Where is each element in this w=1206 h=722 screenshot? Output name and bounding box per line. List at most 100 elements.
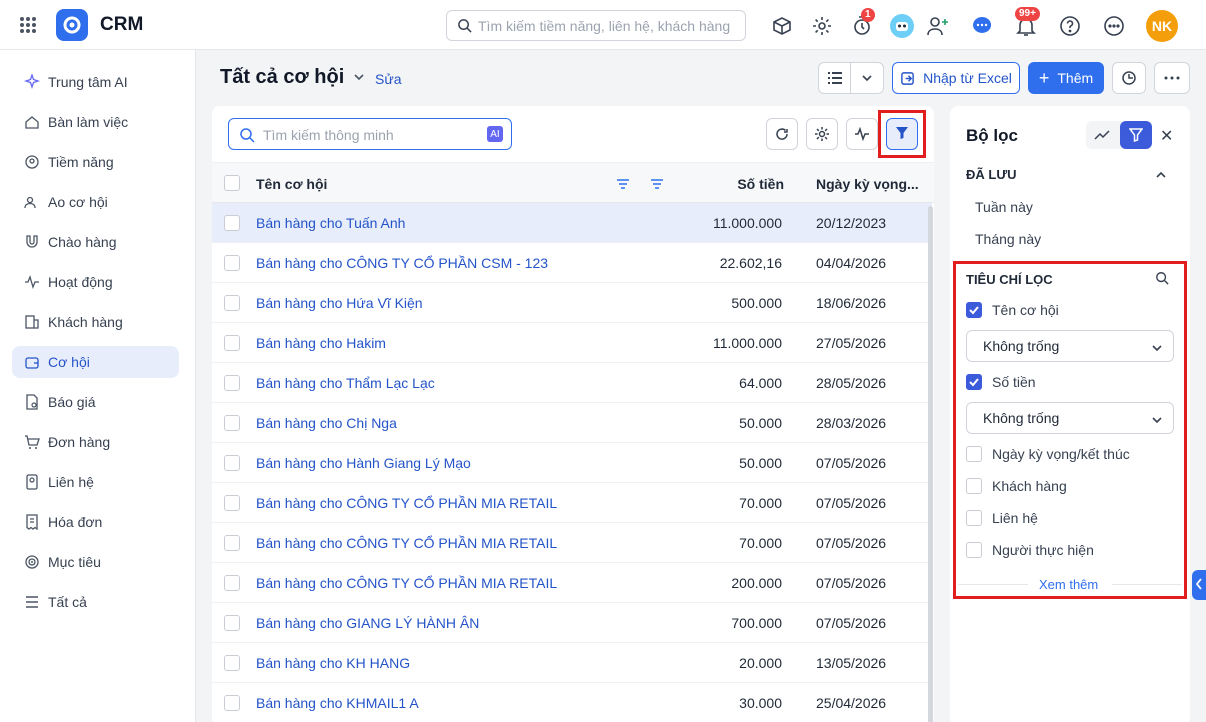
criterion-checkbox[interactable] (966, 302, 982, 318)
global-search-input[interactable]: Tìm kiếm tiềm năng, liên hệ, khách hàng (478, 18, 730, 34)
saved-filter-item[interactable]: Tuần này (975, 199, 1033, 215)
collapse-panel-tab[interactable] (1192, 570, 1206, 600)
package-search-icon[interactable] (766, 10, 798, 42)
more-options-icon[interactable] (1154, 62, 1190, 94)
table-row[interactable]: Bán hàng cho Hành Giang Lý Mạo 50.000 07/0… (212, 443, 932, 483)
help-icon[interactable] (1054, 10, 1086, 42)
opportunity-name-link[interactable]: Bán hàng cho CÔNG TY CỔ PHẦN CSM - 123 (256, 255, 548, 271)
view-mode-button[interactable] (818, 62, 884, 94)
opportunity-name-link[interactable]: Bán hàng cho Hakim (256, 335, 386, 351)
criterion-checkbox[interactable] (966, 478, 982, 494)
table-row[interactable]: Bán hàng cho Hứa Vĩ Kiện 500.000 18/06/202… (212, 283, 932, 323)
filter-mode-icon[interactable] (1120, 121, 1152, 149)
app-title[interactable]: CRM (100, 14, 143, 36)
global-search[interactable]: Tìm kiếm tiềm năng, liên hệ, khách hàng (446, 10, 746, 41)
refresh-icon[interactable] (766, 118, 798, 150)
settings-gear-icon[interactable] (806, 10, 838, 42)
row-checkbox[interactable] (224, 575, 240, 591)
criterion-amount-condition-select[interactable]: Không trống (966, 402, 1174, 434)
table-row[interactable]: Bán hàng cho Thẩm Lạc Lạc 64.000 28/05/202… (212, 363, 932, 403)
criterion-assignee[interactable]: Người thực hiện (966, 542, 1094, 558)
more-horizontal-icon[interactable] (1098, 10, 1130, 42)
sidebar-item[interactable]: Trung tâm AI (12, 66, 179, 98)
edit-view-link[interactable]: Sửa (375, 71, 402, 87)
opportunity-name-link[interactable]: Bán hàng cho KH HANG (256, 655, 410, 671)
table-row[interactable]: Bán hàng cho KH HANG 20.000 13/05/2026 (212, 643, 932, 683)
import-excel-button[interactable]: Nhập từ Excel (892, 62, 1020, 94)
criterion-checkbox[interactable] (966, 374, 982, 390)
opportunity-name-link[interactable]: Bán hàng cho CÔNG TY CỔ PHẦN MIA RETAIL (256, 535, 557, 551)
criteria-search-icon[interactable] (1155, 271, 1169, 288)
opportunity-name-link[interactable]: Bán hàng cho Hứa Vĩ Kiện (256, 295, 423, 311)
row-checkbox[interactable] (224, 335, 240, 351)
sidebar-item[interactable]: Báo giá (12, 386, 179, 418)
table-row[interactable]: Bán hàng cho Hakim 11.000.000 27/05/2026 (212, 323, 932, 363)
criterion-name-condition-select[interactable]: Không trống (966, 330, 1174, 362)
row-checkbox[interactable] (224, 615, 240, 631)
app-grid-icon[interactable] (12, 9, 44, 41)
criterion-checkbox[interactable] (966, 542, 982, 558)
sidebar-item[interactable]: Ao cơ hội (12, 186, 179, 218)
row-checkbox[interactable] (224, 695, 240, 711)
trend-icon[interactable] (1094, 128, 1110, 145)
assistant-robot-icon[interactable] (886, 10, 918, 42)
criterion-checkbox[interactable] (966, 510, 982, 526)
criterion-amount[interactable]: Số tiền (966, 374, 1036, 390)
opportunity-name-link[interactable]: Bán hàng cho Thẩm Lạc Lạc (256, 375, 435, 391)
table-row[interactable]: Bán hàng cho Tuấn Anh 11.000.000 20/12/202… (212, 203, 932, 243)
sidebar-item[interactable]: Bàn làm việc (12, 106, 179, 138)
smart-search[interactable]: Tìm kiếm thông minh AI (228, 118, 512, 150)
see-more-link[interactable]: Xem thêm (1039, 577, 1098, 592)
column-header-date[interactable]: Ngày kỳ vọng... (816, 176, 919, 192)
sidebar-item[interactable]: Đơn hàng (12, 426, 179, 458)
add-user-icon[interactable] (922, 10, 954, 42)
table-row[interactable]: Bán hàng cho KHMAIL1 A 30.000 25/04/2026 (212, 683, 932, 722)
criterion-name[interactable]: Tên cơ hội (966, 302, 1059, 318)
criterion-customer[interactable]: Khách hàng (966, 478, 1067, 494)
smart-search-input[interactable]: Tìm kiếm thông minh (263, 127, 394, 143)
row-checkbox[interactable] (224, 455, 240, 471)
row-checkbox[interactable] (224, 215, 240, 231)
row-checkbox[interactable] (224, 655, 240, 671)
column-filter-icon[interactable] (650, 177, 664, 193)
sort-icon[interactable] (616, 177, 630, 193)
sidebar-item[interactable]: Tiềm năng (12, 146, 179, 178)
saved-section-title[interactable]: ĐÃ LƯU (966, 167, 1017, 182)
sidebar-item[interactable]: Khách hàng (12, 306, 179, 338)
criterion-checkbox[interactable] (966, 446, 982, 462)
row-checkbox[interactable] (224, 375, 240, 391)
opportunity-name-link[interactable]: Bán hàng cho CÔNG TY CỔ PHẦN MIA RETAIL (256, 575, 557, 591)
row-checkbox[interactable] (224, 255, 240, 271)
opportunity-name-link[interactable]: Bán hàng cho Chị Nga (256, 415, 397, 431)
row-checkbox[interactable] (224, 535, 240, 551)
sidebar-item[interactable]: Mục tiêu (12, 546, 179, 578)
close-icon[interactable]: ✕ (1160, 126, 1173, 146)
table-row[interactable]: Bán hàng cho Chị Nga 50.000 28/03/2026 (212, 403, 932, 443)
table-row[interactable]: Bán hàng cho CÔNG TY CỔ PHẦN CSM - 123 22… (212, 243, 932, 283)
sidebar-item[interactable]: Liên hệ (12, 466, 179, 498)
row-checkbox[interactable] (224, 495, 240, 511)
sidebar-item[interactable]: Chào hàng (12, 226, 179, 258)
chevron-up-icon[interactable] (1155, 168, 1167, 184)
column-settings-icon[interactable] (806, 118, 838, 150)
opportunity-name-link[interactable]: Bán hàng cho KHMAIL1 A (256, 695, 419, 711)
avatar[interactable]: NK (1146, 10, 1178, 42)
chat-icon[interactable] (966, 10, 998, 42)
crm-logo-icon[interactable] (56, 9, 88, 41)
sidebar-item[interactable]: Hóa đơn (12, 506, 179, 538)
column-header-amount[interactable]: Số tiền (737, 176, 784, 192)
activity-chart-icon[interactable] (846, 118, 878, 150)
table-row[interactable]: Bán hàng cho GIANG LÝ HÀNH ÂN 700.000 07/0… (212, 603, 932, 643)
opportunity-name-link[interactable]: Bán hàng cho CÔNG TY CỔ PHẦN MIA RETAIL (256, 495, 557, 511)
table-scrollbar[interactable] (928, 206, 933, 722)
history-icon[interactable] (1112, 62, 1146, 94)
row-checkbox[interactable] (224, 415, 240, 431)
row-checkbox[interactable] (224, 295, 240, 311)
opportunity-name-link[interactable]: Bán hàng cho GIANG LÝ HÀNH ÂN (256, 615, 479, 631)
saved-filter-item[interactable]: Tháng này (975, 231, 1041, 247)
sidebar-item[interactable]: Cơ hội (12, 346, 179, 378)
column-header-name[interactable]: Tên cơ hội (256, 176, 327, 192)
chevron-down-icon[interactable] (352, 70, 366, 87)
table-row[interactable]: Bán hàng cho CÔNG TY CỔ PHẦN MIA RETAIL 7… (212, 523, 932, 563)
opportunity-name-link[interactable]: Bán hàng cho Tuấn Anh (256, 215, 405, 231)
